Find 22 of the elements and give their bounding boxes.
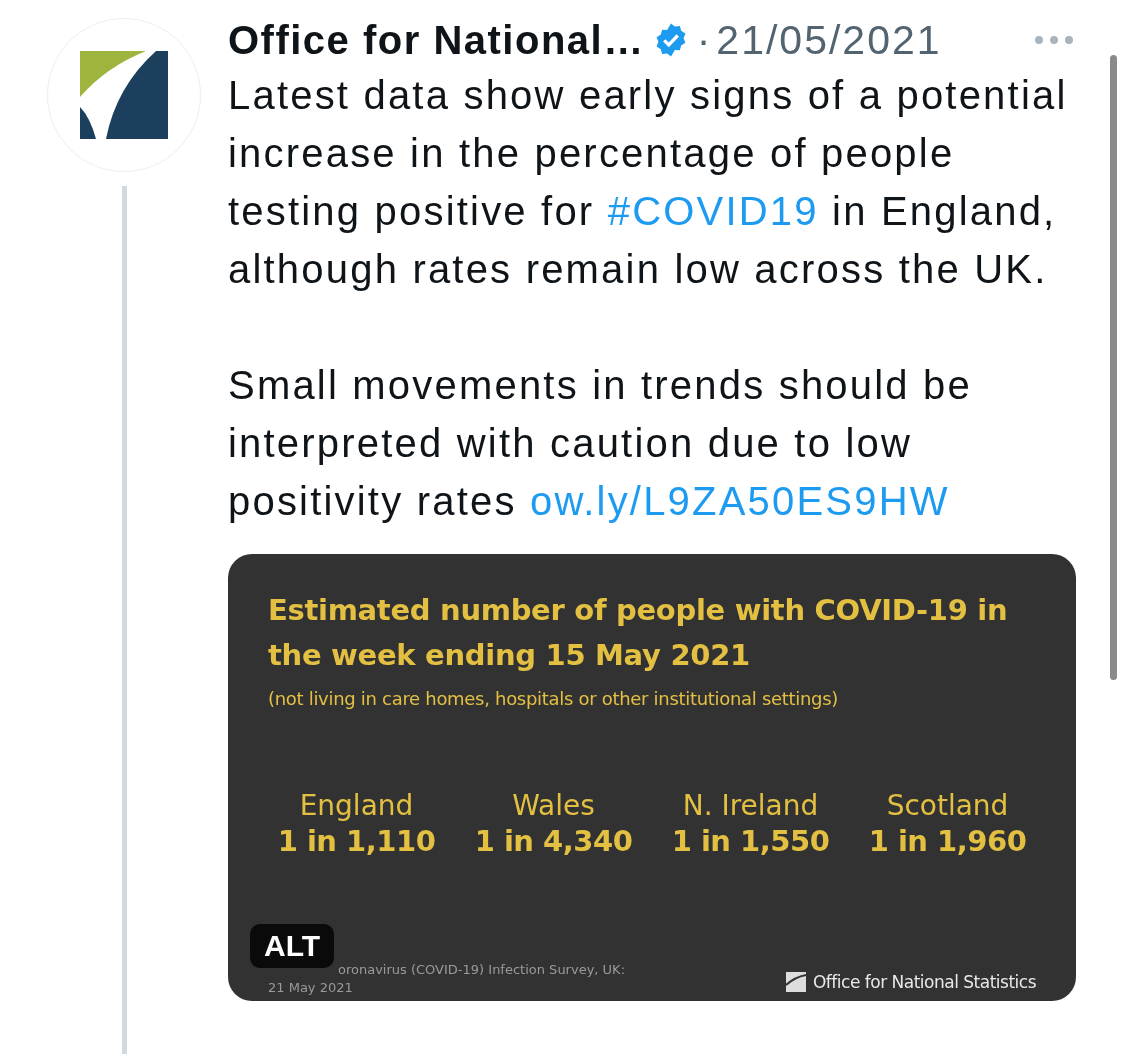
tweet-text: Small movements in trends should be interpreted with caution due to low positivity rates ow.ly/L9ZA50ES9HW [228, 362, 973, 525]
brand-name: Office for National Statistics [812, 972, 1036, 992]
region-name: Wales [512, 789, 595, 822]
region-value: 1 in 1,110 [277, 824, 436, 858]
infographic-title: Estimated number of people with COVID-19 in the week ending 15 May 2021 [268, 592, 1009, 674]
region-name: N. Ireland [682, 789, 819, 822]
tweet-date[interactable]: 21/05/2021 [716, 16, 942, 64]
scrollbar-thumb[interactable] [1110, 55, 1117, 680]
brand-logo-icon [784, 971, 807, 993]
media-card[interactable] [228, 554, 1076, 1001]
author-name[interactable]: Office for National… [228, 17, 645, 63]
region-value: 1 in 4,340 [474, 824, 633, 858]
region-name: Scotland [886, 789, 1009, 822]
region-value: 1 in 1,550 [671, 824, 830, 858]
tweet-text: Latest data show early signs of a potential increase in the percentage of people testing positive for #COVID19 in England, although rates remain low across the UK. [228, 72, 1069, 293]
region-name: England [299, 789, 414, 822]
separator-dot: · [696, 16, 713, 64]
source-note: 21 May 2021 [268, 979, 354, 997]
infographic-subtitle: (not living in care homes, hospitals or other institutional settings) [268, 688, 839, 709]
source-note: oronavirus (COVID-19) Infection Survey, UK: [338, 961, 626, 979]
alt-text-button[interactable]: ALT [250, 924, 335, 968]
region-value: 1 in 1,960 [868, 824, 1027, 858]
